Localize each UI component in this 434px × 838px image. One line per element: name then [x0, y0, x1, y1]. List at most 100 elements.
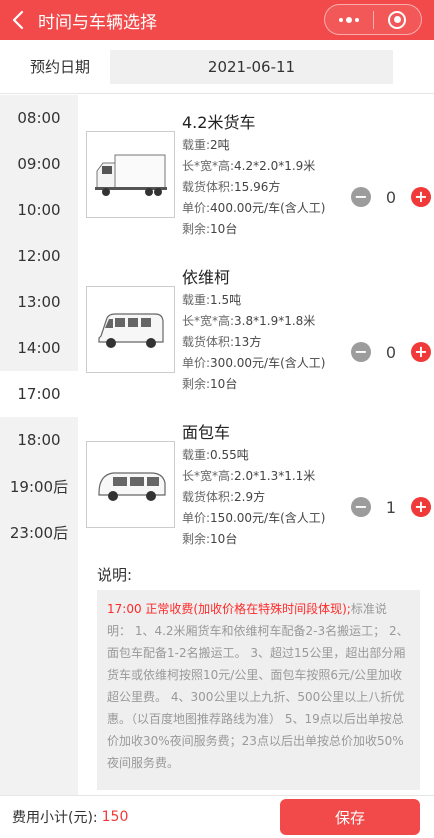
- target-icon: [388, 10, 407, 29]
- description-title: 说明:: [97, 566, 133, 584]
- volume-label: 载货体积:: [182, 335, 235, 349]
- dims-value: 2.0*1.3*1.1米: [234, 469, 316, 483]
- vehicle-name: 面包车: [182, 423, 231, 442]
- dims-value: 4.2*2.0*1.9米: [234, 159, 316, 173]
- increase-button[interactable]: +: [411, 342, 431, 362]
- vehicle-load: 载重:2吨: [182, 136, 230, 153]
- decrease-button[interactable]: −: [351, 342, 371, 362]
- load-value: 0.55吨: [210, 448, 249, 462]
- dims-label: 长*宽*高:: [182, 469, 235, 483]
- dims-label: 长*宽*高:: [182, 314, 235, 328]
- chevron-left-icon: [12, 10, 24, 30]
- decrease-button[interactable]: −: [351, 187, 371, 207]
- price-value: 300.00元/车(含人工): [210, 356, 326, 370]
- time-slot[interactable]: 10:00: [0, 187, 78, 233]
- time-slot[interactable]: 23:00后: [0, 509, 78, 555]
- vehicle-name: 依维柯: [182, 268, 231, 287]
- time-slot[interactable]: 08:00: [0, 95, 78, 141]
- quantity-stepper: − 0 +: [351, 342, 431, 362]
- stock-value: 10台: [210, 532, 238, 546]
- minivan-icon: [97, 471, 166, 501]
- description-highlight: 17:00 正常收费(加收价格在特殊时间段体现);: [107, 602, 351, 616]
- quantity-value: 1: [385, 497, 397, 517]
- back-button[interactable]: [0, 0, 36, 40]
- quantity-stepper: − 1 +: [351, 497, 431, 517]
- truck-icon: [94, 154, 167, 196]
- vehicle-volume: 载货体积:13方: [182, 333, 261, 350]
- stock-label: 剩余:: [182, 377, 211, 391]
- vehicle-stock: 剩余:10台: [182, 220, 237, 237]
- more-dots-icon: [338, 16, 359, 23]
- vehicle-price: 单价:300.00元/车(含人工): [182, 354, 325, 371]
- vehicle-image: [86, 131, 175, 218]
- vehicle-card: 4.2米货车 载重:2吨 长*宽*高:4.2*2.0*1.9米 载货体积:15.…: [78, 100, 434, 255]
- time-slot[interactable]: 14:00: [0, 325, 78, 371]
- footer-bar: 费用小计(元): 150 保存: [0, 795, 434, 838]
- load-label: 载重:: [182, 138, 211, 152]
- load-value: 2吨: [210, 138, 230, 152]
- vehicle-stock: 剩余:10台: [182, 375, 237, 392]
- vehicle-card: 依维柯 载重:1.5吨 长*宽*高:3.8*1.9*1.8米 载货体积:13方 …: [78, 255, 434, 410]
- vehicle-name: 4.2米货车: [182, 113, 256, 132]
- load-label: 载重:: [182, 293, 211, 307]
- time-sidebar: 08:00 09:00 10:00 12:00 13:00 14:00 17:0…: [0, 95, 78, 795]
- vehicle-price: 单价:150.00元/车(含人工): [182, 509, 325, 526]
- dims-value: 3.8*1.9*1.8米: [234, 314, 316, 328]
- subtotal-label: 费用小计(元):: [12, 810, 98, 826]
- vehicle-volume: 载货体积:2.9方: [182, 488, 265, 505]
- vehicle-volume: 载货体积:15.96方: [182, 178, 280, 195]
- volume-value: 13方: [234, 335, 262, 349]
- quantity-value: 0: [385, 342, 397, 362]
- vehicle-dimensions: 长*宽*高:3.8*1.9*1.8米: [182, 312, 315, 329]
- volume-value: 2.9方: [234, 490, 266, 504]
- time-slot[interactable]: 18:00: [0, 417, 78, 463]
- date-row: 预约日期 2021-06-11: [0, 40, 434, 94]
- stock-value: 10台: [210, 377, 238, 391]
- description-box: 17:00 正常收费(加收价格在特殊时间段体现);标准说明： 1、4.2米厢货车…: [97, 590, 420, 790]
- time-slot-selected[interactable]: 17:00: [0, 371, 78, 417]
- increase-button[interactable]: +: [411, 187, 431, 207]
- price-value: 150.00元/车(含人工): [210, 511, 326, 525]
- more-button[interactable]: [325, 5, 373, 34]
- price-label: 单价:: [182, 201, 211, 215]
- vehicle-stock: 剩余:10台: [182, 530, 237, 547]
- vehicle-load: 载重:0.55吨: [182, 446, 249, 463]
- stock-label: 剩余:: [182, 532, 211, 546]
- dims-label: 长*宽*高:: [182, 159, 235, 173]
- date-picker[interactable]: 2021-06-11: [110, 50, 393, 84]
- vehicle-load: 载重:1.5吨: [182, 291, 241, 308]
- load-label: 载重:: [182, 448, 211, 462]
- vehicle-image: [86, 441, 175, 528]
- description-text: 标准说明： 1、4.2米厢货车和依维柯车配备2-3名搬运工； 2、面包车配备1-…: [107, 602, 409, 770]
- vehicle-image: [86, 286, 175, 373]
- page-title: 时间与车辆选择: [38, 12, 157, 33]
- subtotal-value: 150: [101, 809, 129, 825]
- vehicle-dimensions: 长*宽*高:2.0*1.3*1.1米: [182, 467, 315, 484]
- price-label: 单价:: [182, 511, 211, 525]
- mini-program-capsule: [324, 4, 422, 35]
- price-label: 单价:: [182, 356, 211, 370]
- close-mini-program-button[interactable]: [374, 5, 422, 34]
- increase-button[interactable]: +: [411, 497, 431, 517]
- price-value: 400.00元/车(含人工): [210, 201, 326, 215]
- vehicle-dimensions: 长*宽*高:4.2*2.0*1.9米: [182, 157, 315, 174]
- title-bar: 时间与车辆选择: [0, 0, 434, 40]
- time-slot[interactable]: 09:00: [0, 141, 78, 187]
- quantity-stepper: − 0 +: [351, 187, 431, 207]
- stock-label: 剩余:: [182, 222, 211, 236]
- van-icon: [97, 312, 164, 348]
- vehicle-price: 单价:400.00元/车(含人工): [182, 199, 325, 216]
- time-slot[interactable]: 12:00: [0, 233, 78, 279]
- stock-value: 10台: [210, 222, 238, 236]
- volume-value: 15.96方: [234, 180, 281, 194]
- vehicle-card: 面包车 载重:0.55吨 长*宽*高:2.0*1.3*1.1米 载货体积:2.9…: [78, 410, 434, 565]
- date-label: 预约日期: [29, 58, 90, 76]
- decrease-button[interactable]: −: [351, 497, 371, 517]
- save-button[interactable]: 保存: [280, 799, 420, 835]
- time-slot[interactable]: 13:00: [0, 279, 78, 325]
- volume-label: 载货体积:: [182, 180, 235, 194]
- load-value: 1.5吨: [210, 293, 242, 307]
- time-slot[interactable]: 19:00后: [0, 463, 78, 509]
- volume-label: 载货体积:: [182, 490, 235, 504]
- quantity-value: 0: [385, 187, 397, 207]
